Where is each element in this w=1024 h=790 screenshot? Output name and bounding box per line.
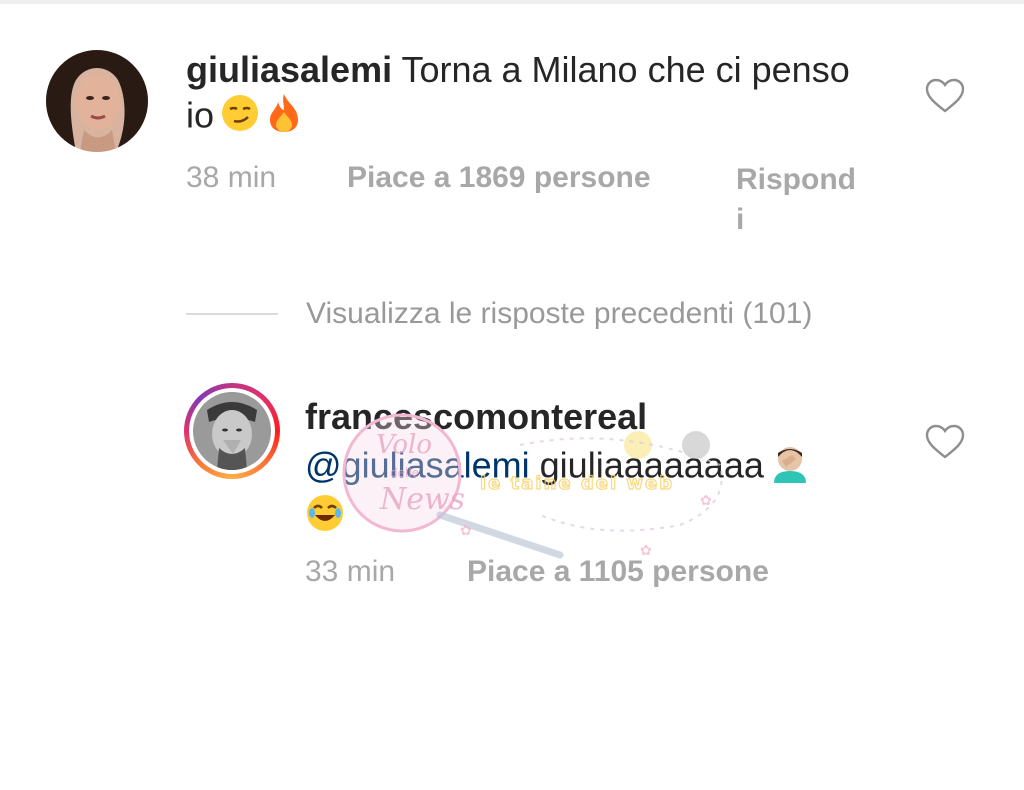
smirk-emoji-icon <box>220 93 260 143</box>
comment-likes-count[interactable]: Piace a 1869 persone <box>347 160 651 196</box>
replies-divider <box>186 313 278 315</box>
reply-button[interactable]: Rispondi <box>736 160 856 240</box>
like-heart-icon[interactable] <box>925 78 965 114</box>
like-heart-icon[interactable] <box>925 424 965 460</box>
comment-timestamp: 38 min <box>186 161 277 194</box>
comment-body: giuliasalemi Torna a Milano che ci penso… <box>186 48 886 144</box>
fire-emoji-icon <box>266 92 302 144</box>
comment-username[interactable]: francescomontereal <box>305 395 647 439</box>
comment-likes-count[interactable]: Piace a 1105 persone <box>467 554 769 590</box>
view-previous-replies-label: Visualizza le risposte precedenti (101) <box>306 297 813 330</box>
joy-emoji-icon <box>305 493 345 543</box>
avatar-giuliasalemi[interactable] <box>46 50 148 152</box>
facepalm-emoji-icon <box>770 443 810 493</box>
avatar-francescomontereal[interactable] <box>193 392 271 470</box>
top-divider <box>0 0 1024 4</box>
comment-timestamp: 33 min <box>305 555 396 588</box>
mention-link[interactable]: @giuliasalemi <box>305 445 530 486</box>
comment-body: @giuliasalemi giuliaaaaaaaa <box>305 443 925 543</box>
story-ring[interactable] <box>184 383 280 479</box>
comment-text: giuliaaaaaaaa <box>539 444 764 486</box>
view-previous-replies[interactable]: Visualizza le risposte precedenti (101) <box>186 296 812 332</box>
comment-username[interactable]: giuliasalemi <box>186 49 392 90</box>
